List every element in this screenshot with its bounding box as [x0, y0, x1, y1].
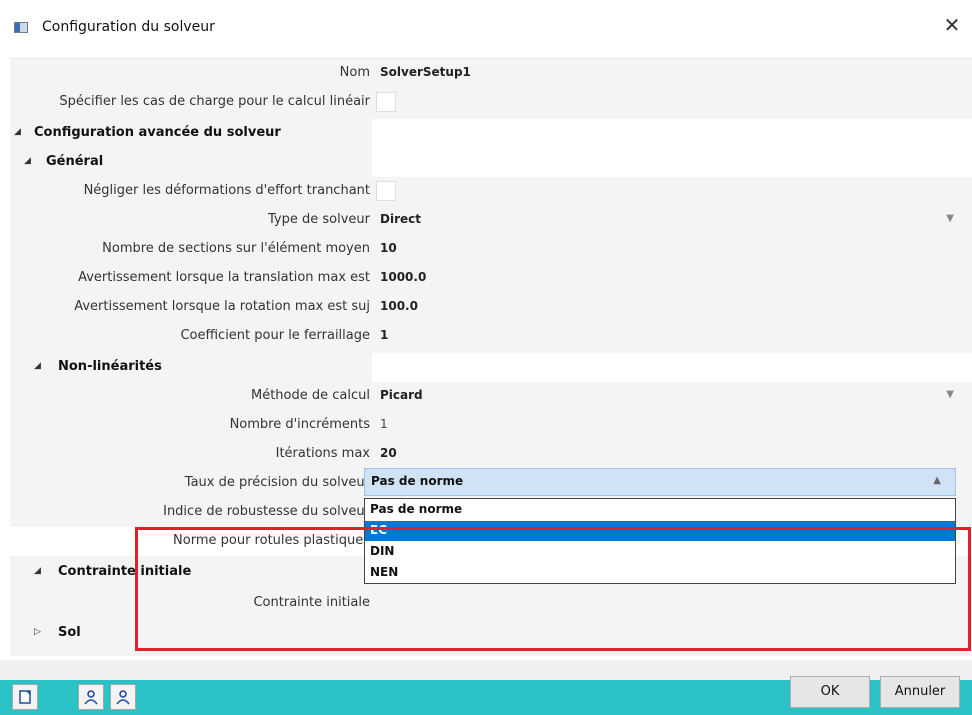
- nom-value: SolverSetup1: [380, 65, 471, 79]
- row-methode: Méthode de calcul Picard ▼: [10, 382, 972, 411]
- row-contrainte: Contrainte initiale: [10, 589, 972, 618]
- row-avert-translation: Avertissement lorsque la translation max…: [10, 264, 972, 293]
- collapse-triangle-icon[interactable]: ◢: [24, 156, 31, 166]
- norme-select[interactable]: Pas de norme ▲: [364, 468, 956, 496]
- methode-value: Picard: [380, 388, 423, 402]
- chevron-down-icon[interactable]: ▼: [946, 213, 954, 224]
- specifier-label: Spécifier les cas de charge pour le calc…: [59, 94, 370, 109]
- avert-rotation-label: Avertissement lorsque la rotation max es…: [74, 299, 370, 314]
- chevron-up-icon[interactable]: ▲: [933, 475, 941, 486]
- document-tool-button[interactable]: [12, 684, 38, 710]
- section-general[interactable]: ◢ Général: [10, 148, 972, 177]
- expand-triangle-icon[interactable]: ▷: [34, 627, 41, 637]
- nombre-sections-value: 10: [380, 241, 397, 255]
- coefficient-field[interactable]: 1: [372, 322, 972, 351]
- user-icon: [84, 690, 98, 705]
- document-icon: [19, 690, 31, 704]
- taux-label: Taux de précision du solveur: [184, 475, 370, 490]
- negliger-label: Négliger les déformations d'effort tranc…: [83, 183, 370, 198]
- row-type-solveur: Type de solveur Direct ▼: [10, 206, 972, 235]
- section-sol-title: Sol: [58, 625, 81, 640]
- section-nonlin-title: Non-linéarités: [58, 359, 162, 374]
- coefficient-value: 1: [380, 328, 389, 342]
- specifier-checkbox[interactable]: [376, 92, 396, 112]
- row-increments: Nombre d'incréments 1: [10, 411, 972, 440]
- methode-select[interactable]: Picard ▼: [372, 382, 972, 411]
- iterations-value: 20: [380, 446, 397, 460]
- coefficient-label: Coefficient pour le ferraillage: [180, 328, 370, 343]
- avert-translation-value: 1000.0: [380, 270, 427, 284]
- option-ec[interactable]: EC: [365, 521, 955, 541]
- title-bar: Configuration du solveur ✕: [0, 0, 972, 54]
- avert-rotation-value: 100.0: [380, 299, 418, 313]
- norme-options-list: Pas de norme EC DIN NEN: [364, 498, 956, 584]
- row-iterations: Itérations max 20: [10, 440, 972, 469]
- type-solveur-select[interactable]: Direct ▼: [372, 206, 972, 235]
- user-icon: [116, 690, 130, 705]
- section-general-title: Général: [46, 154, 104, 169]
- user-tool-button[interactable]: [78, 684, 104, 710]
- row-coefficient: Coefficient pour le ferraillage 1: [10, 322, 972, 351]
- annuler-button[interactable]: Annuler: [880, 676, 960, 708]
- avert-translation-field[interactable]: 1000.0: [372, 264, 972, 293]
- collapse-triangle-icon[interactable]: ◢: [34, 566, 41, 576]
- section-avancee-title: Configuration avancée du solveur: [34, 125, 281, 140]
- methode-label: Méthode de calcul: [251, 388, 370, 403]
- window-icon: [14, 22, 28, 33]
- option-pas-de-norme[interactable]: Pas de norme: [365, 500, 955, 520]
- section-nonlin[interactable]: ◢ Non-linéarités: [10, 353, 972, 382]
- close-button[interactable]: ✕: [940, 14, 964, 38]
- ok-button[interactable]: OK: [790, 676, 870, 708]
- row-avert-rotation: Avertissement lorsque la rotation max es…: [10, 293, 972, 322]
- iterations-label: Itérations max: [275, 446, 370, 461]
- row-nom: Nom SolverSetup1: [10, 59, 972, 88]
- window-title: Configuration du solveur: [42, 19, 215, 35]
- nom-label: Nom: [339, 65, 370, 80]
- contrainte-label: Contrainte initiale: [253, 595, 370, 610]
- section-contrainte-title: Contrainte initiale: [58, 564, 192, 579]
- nombre-sections-label: Nombre de sections sur l'élément moyen: [102, 241, 370, 256]
- increments-value: 1: [380, 417, 388, 431]
- section-avancee[interactable]: ◢ Configuration avancée du solveur: [10, 119, 972, 148]
- nom-field[interactable]: SolverSetup1: [372, 59, 972, 88]
- increments-label: Nombre d'incréments: [229, 417, 370, 432]
- option-nen[interactable]: NEN: [365, 563, 955, 583]
- avert-translation-label: Avertissement lorsque la translation max…: [78, 270, 370, 285]
- type-solveur-value: Direct: [380, 212, 421, 226]
- norme-label: Norme pour rotules plastiques: [173, 533, 370, 548]
- collapse-triangle-icon[interactable]: ◢: [34, 361, 41, 371]
- row-negliger: Négliger les déformations d'effort tranc…: [10, 177, 972, 206]
- chevron-down-icon[interactable]: ▼: [946, 389, 954, 400]
- section-sol[interactable]: ▷ Sol: [10, 619, 972, 648]
- option-din[interactable]: DIN: [365, 542, 955, 562]
- collapse-triangle-icon[interactable]: ◢: [14, 127, 21, 137]
- avert-rotation-field[interactable]: 100.0: [372, 293, 972, 322]
- negliger-checkbox[interactable]: [376, 181, 396, 201]
- norme-value: Pas de norme: [371, 474, 464, 488]
- row-nombre-sections: Nombre de sections sur l'élément moyen 1…: [10, 235, 972, 264]
- increments-field[interactable]: 1: [372, 411, 972, 440]
- indice-label: Indice de robustesse du solveur: [163, 504, 370, 519]
- iterations-field[interactable]: 20: [372, 440, 972, 469]
- user-settings-button[interactable]: [110, 684, 136, 710]
- type-solveur-label: Type de solveur: [268, 212, 370, 227]
- nombre-sections-field[interactable]: 10: [372, 235, 972, 264]
- row-specifier: Spécifier les cas de charge pour le calc…: [10, 88, 972, 117]
